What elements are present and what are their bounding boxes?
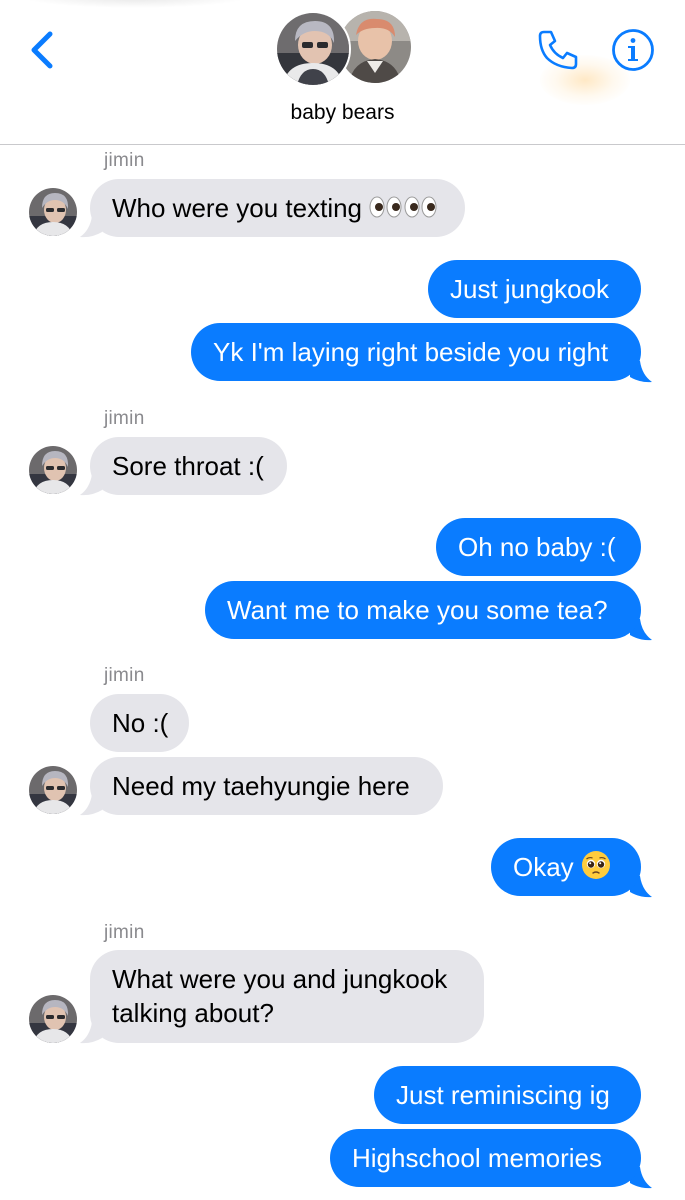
outgoing-message[interactable]: Want me to make you some tea? bbox=[205, 581, 641, 639]
outgoing-message[interactable]: Oh no baby :( bbox=[436, 518, 641, 576]
message-text: No :( bbox=[112, 708, 169, 738]
incoming-message[interactable]: What were you and jungkook talking about… bbox=[90, 950, 484, 1043]
message-text-line: What were you and jungkook bbox=[112, 964, 448, 994]
info-icon bbox=[612, 29, 654, 71]
call-button[interactable] bbox=[534, 26, 582, 74]
message-text: Sore throat :( bbox=[112, 451, 264, 481]
message-text: Highschool memories bbox=[352, 1143, 602, 1173]
avatar[interactable] bbox=[29, 188, 77, 236]
back-button[interactable] bbox=[26, 28, 60, 72]
eyes-emoji bbox=[369, 193, 439, 227]
outgoing-message[interactable]: Just reminiscing ig bbox=[374, 1066, 641, 1124]
incoming-message[interactable]: No :( bbox=[90, 694, 189, 752]
message-text-line: talking about? bbox=[112, 998, 274, 1028]
conversation-header: baby bears bbox=[0, 0, 685, 145]
avatar[interactable] bbox=[29, 766, 77, 814]
chevron-left-icon bbox=[31, 31, 53, 69]
message-text: Want me to make you some tea? bbox=[227, 595, 608, 625]
group-avatars[interactable] bbox=[275, 9, 413, 87]
sender-name: jimin bbox=[104, 150, 145, 171]
chat-screen: baby bears jimin Who were you texting Ju… bbox=[0, 0, 685, 1200]
message-text: Okay bbox=[513, 852, 574, 882]
message-text: Need my taehyungie here bbox=[112, 771, 410, 801]
info-button[interactable] bbox=[611, 28, 655, 72]
status-bar-remnant bbox=[20, 0, 250, 8]
avatar[interactable] bbox=[29, 446, 77, 494]
message-text: Oh no baby :( bbox=[458, 532, 616, 562]
incoming-message[interactable]: Need my taehyungie here bbox=[90, 757, 443, 815]
phone-icon bbox=[538, 30, 578, 70]
outgoing-message[interactable]: Yk I'm laying right beside you right bbox=[191, 323, 641, 381]
avatar[interactable] bbox=[29, 995, 77, 1043]
outgoing-message[interactable]: Just jungkook bbox=[428, 260, 641, 318]
message-text: Just reminiscing ig bbox=[396, 1080, 610, 1110]
avatar-member-1 bbox=[275, 11, 351, 87]
sender-name: jimin bbox=[104, 408, 145, 429]
incoming-message[interactable]: Who were you texting bbox=[90, 179, 465, 237]
message-text: Just jungkook bbox=[450, 274, 609, 304]
outgoing-message[interactable]: Highschool memories bbox=[330, 1129, 641, 1187]
message-text: Yk I'm laying right beside you right bbox=[213, 337, 609, 367]
pleading-face-emoji bbox=[581, 850, 611, 888]
sender-name: jimin bbox=[104, 922, 145, 943]
conversation-title[interactable]: baby bears bbox=[0, 101, 685, 125]
message-text: Who were you texting bbox=[112, 193, 363, 223]
incoming-message[interactable]: Sore throat :( bbox=[90, 437, 287, 495]
outgoing-message[interactable]: Okay bbox=[491, 838, 641, 896]
sender-name: jimin bbox=[104, 665, 145, 686]
